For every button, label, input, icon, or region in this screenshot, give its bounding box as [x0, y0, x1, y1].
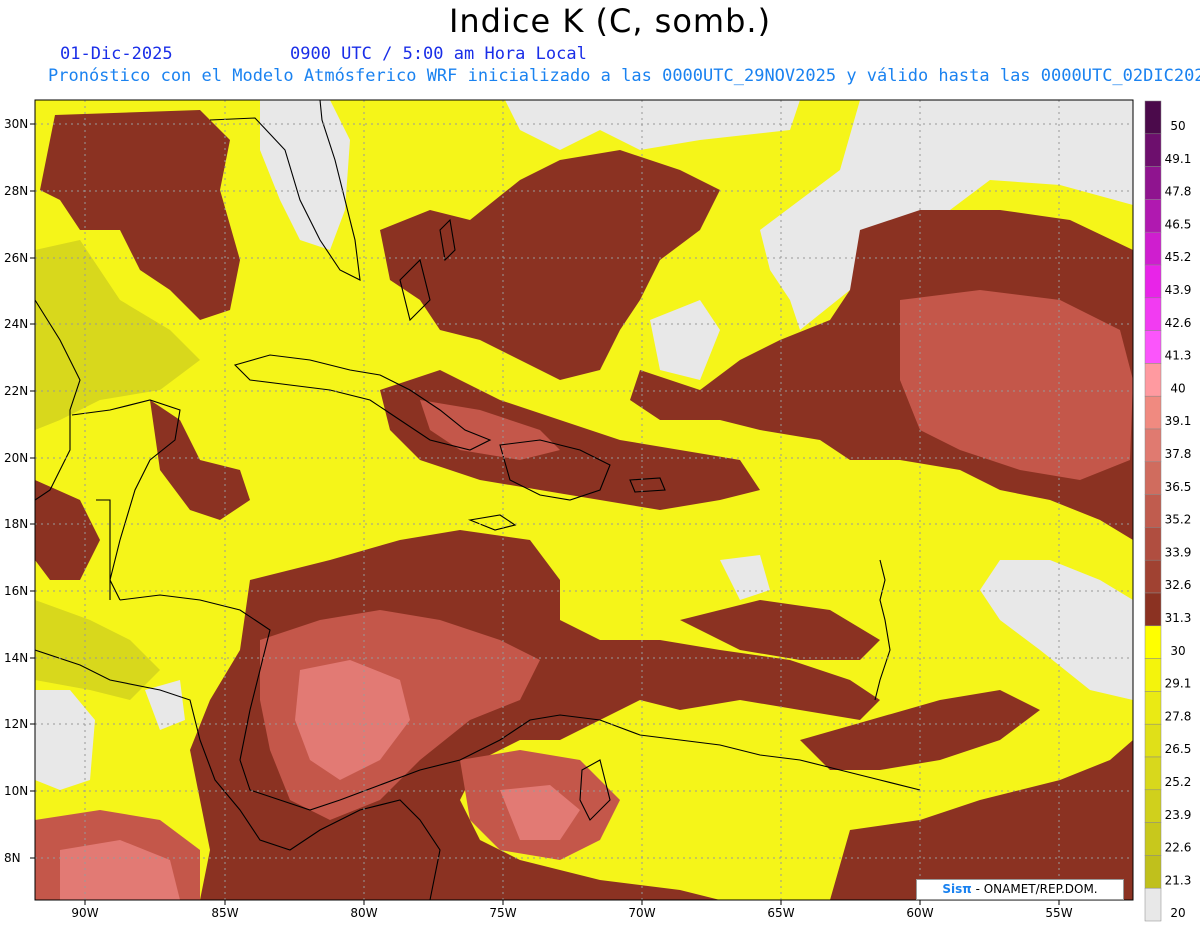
legend-label: 21.3 [1165, 873, 1192, 887]
legend-swatch [1144, 166, 1162, 200]
legend-label: 42.6 [1165, 316, 1192, 330]
legend-swatch [1144, 592, 1162, 627]
lon-label: 70W [628, 906, 655, 920]
legend-swatch [1144, 133, 1162, 167]
legend-swatch [1144, 363, 1162, 397]
legend-swatch [1144, 330, 1162, 364]
legend-swatch [1144, 231, 1162, 266]
legend-swatch [1144, 395, 1162, 430]
legend-label: 45.2 [1165, 250, 1192, 264]
lat-label: 14N [4, 651, 28, 665]
lat-label: 30N [4, 117, 28, 131]
legend-label: 25.2 [1165, 775, 1192, 789]
legend-swatch [1144, 756, 1162, 791]
lon-label: 85W [211, 906, 238, 920]
legend-label: 47.8 [1165, 185, 1192, 199]
lat-axis: 30N 28N 26N 24N 22N 20N 18N 16N 14N 12N … [4, 117, 35, 865]
lat-label: 18N [4, 517, 28, 531]
legend-label: 49.1 [1165, 152, 1192, 166]
legend-label: 30 [1170, 644, 1185, 658]
lat-label: 12N [4, 717, 28, 731]
legend-swatch [1144, 199, 1162, 233]
lat-label: 26N [4, 251, 28, 265]
legend-label: 41.3 [1165, 349, 1192, 363]
lon-label: 55W [1045, 906, 1072, 920]
brand-logo-text: Sisπ [942, 882, 972, 896]
legend-swatch [1144, 625, 1162, 659]
lon-label: 75W [489, 906, 516, 920]
legend-swatch [1144, 527, 1162, 561]
legend-swatch [1144, 855, 1162, 889]
legend-label: 50 [1170, 119, 1185, 133]
legend-label: 20 [1170, 906, 1185, 920]
legend-label: 29.1 [1165, 677, 1192, 691]
legend-label: 36.5 [1165, 480, 1192, 494]
legend-swatch [1144, 789, 1162, 823]
lon-label: 90W [71, 906, 98, 920]
lat-label: 28N [4, 184, 28, 198]
legend-label: 39.1 [1165, 414, 1192, 428]
lat-label: 20N [4, 451, 28, 465]
lat-label: 10N [4, 784, 28, 798]
lon-label: 60W [906, 906, 933, 920]
legend-label: 23.9 [1165, 808, 1192, 822]
map-field [35, 100, 1133, 900]
lon-axis: 90W 85W 80W 75W 70W 65W 60W 55W [71, 900, 1073, 920]
legend-swatch [1144, 297, 1162, 331]
color-legend: 50 49.1 47.8 46.5 45.2 43.9 42.6 41.3 40 39.1 37.8… [1144, 100, 1192, 922]
legend-swatch [1144, 822, 1162, 856]
legend-label: 26.5 [1165, 742, 1192, 756]
lat-label: 22N [4, 384, 28, 398]
legend-label: 37.8 [1165, 447, 1192, 461]
lon-label: 80W [350, 906, 377, 920]
legend-label: 35.2 [1165, 513, 1192, 527]
legend-swatch [1144, 461, 1162, 495]
legend-label: 33.9 [1165, 545, 1192, 559]
legend-swatch [1144, 100, 1162, 135]
legend-swatch [1144, 428, 1162, 463]
credit-text: - ONAMET/REP.DOM. [975, 882, 1098, 896]
k-index-map: 30N 28N 26N 24N 22N 20N 18N 16N 14N 12N … [4, 99, 1192, 922]
lat-label: 24N [4, 317, 28, 331]
legend-swatch [1144, 658, 1162, 692]
lon-label: 65W [767, 906, 794, 920]
credit-box: Sisπ - ONAMET/REP.DOM. [916, 879, 1124, 900]
lat-label: 16N [4, 584, 28, 598]
legend-swatch [1144, 559, 1162, 594]
legend-swatch [1144, 887, 1162, 922]
legend-label: 22.6 [1165, 841, 1192, 855]
legend-swatch [1144, 691, 1162, 725]
legend-label: 43.9 [1165, 283, 1192, 297]
legend-swatch [1144, 264, 1162, 299]
legend-label: 40 [1170, 381, 1185, 395]
legend-label: 27.8 [1165, 709, 1192, 723]
lat-label: 8N [4, 851, 21, 865]
legend-label: 32.6 [1165, 578, 1192, 592]
legend-swatch [1144, 723, 1162, 758]
legend-label: 31.3 [1165, 611, 1192, 625]
legend-label: 46.5 [1165, 217, 1192, 231]
legend-swatch [1144, 494, 1162, 528]
